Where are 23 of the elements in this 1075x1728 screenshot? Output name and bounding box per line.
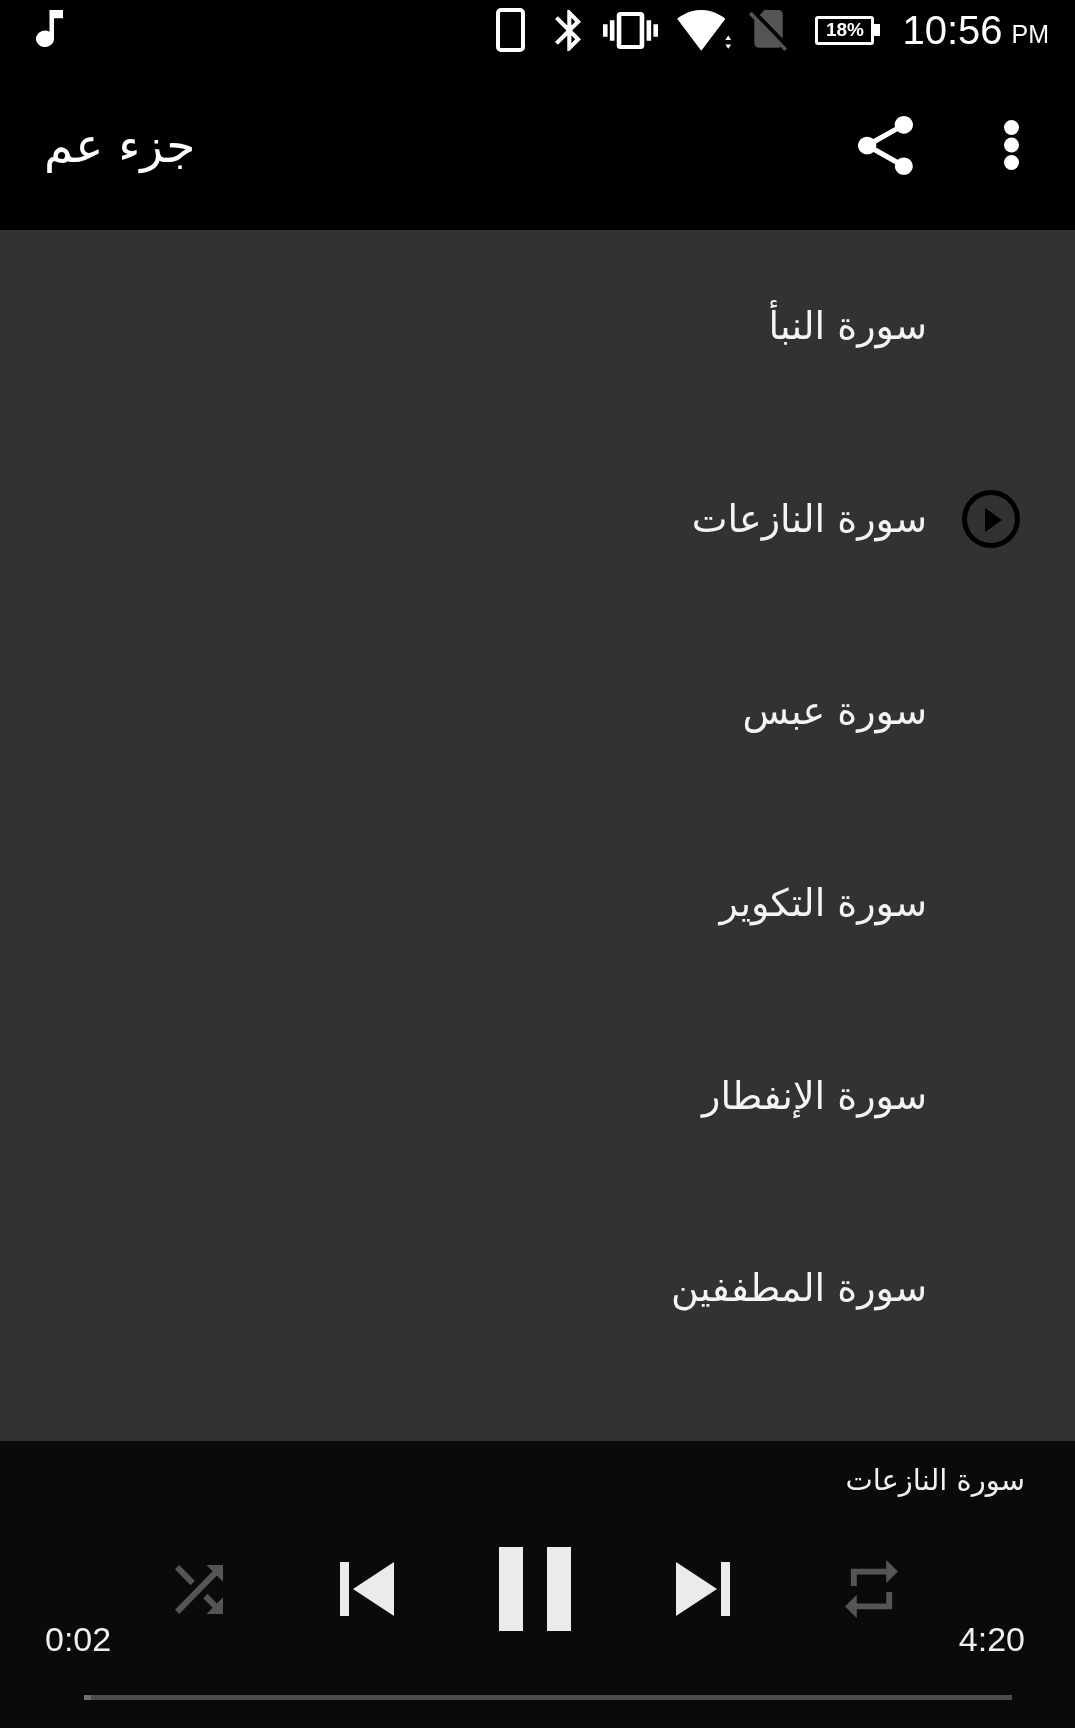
status-time: 10:56 xyxy=(902,7,1003,53)
surah-list-item[interactable]: سورة النازعات xyxy=(691,496,927,541)
phone-icon xyxy=(496,8,526,52)
duration-time: 4:20 xyxy=(958,1619,1025,1659)
skip-previous-icon xyxy=(340,1562,394,1616)
more-vertical-icon xyxy=(1004,120,1019,170)
app-title: جزء عم xyxy=(44,117,196,173)
elapsed-time: 0:02 xyxy=(45,1619,112,1659)
vibrate-icon xyxy=(603,11,659,49)
surah-list-item[interactable]: سورة التكوير xyxy=(719,881,927,926)
progress-track[interactable] xyxy=(84,1695,1012,1700)
status-time-period: PM xyxy=(1011,19,1049,49)
bluetooth-icon xyxy=(555,9,582,51)
now-playing-title: سورة النازعات xyxy=(845,1463,1025,1497)
no-sim-icon xyxy=(749,9,788,51)
skip-next-icon xyxy=(676,1562,730,1616)
surah-list-item[interactable]: سورة عبس xyxy=(742,688,927,733)
surah-list-item[interactable]: سورة الإنفطار xyxy=(702,1073,927,1118)
share-icon xyxy=(858,115,913,175)
surah-list-item[interactable]: سورة المطففين xyxy=(671,1266,927,1311)
battery-indicator: 18% xyxy=(815,15,881,45)
wifi-icon xyxy=(677,9,734,51)
music-note-icon xyxy=(36,9,63,47)
